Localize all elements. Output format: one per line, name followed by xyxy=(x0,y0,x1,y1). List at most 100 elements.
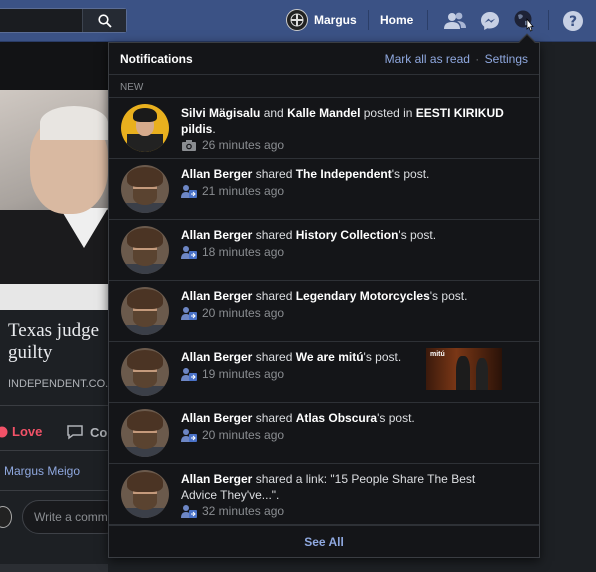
comment-icon xyxy=(67,425,83,440)
comment-input[interactable]: Write a comm xyxy=(22,500,122,534)
actor-name: Allan Berger xyxy=(181,228,253,242)
liker-name[interactable]: Margus Meigo xyxy=(4,464,80,478)
notification-time: 20 minutes ago xyxy=(202,428,285,442)
panel-header: Notifications Mark all as read · Setting… xyxy=(109,43,539,75)
target-name: We are mitú xyxy=(295,350,364,364)
notification-item[interactable]: Allan Berger shared Atlas Obscura's post… xyxy=(109,403,539,464)
notification-meta: 20 minutes ago xyxy=(181,306,284,320)
love-label: Love xyxy=(12,424,43,439)
actor-name: Kalle Mandel xyxy=(287,106,361,120)
notification-meta: 21 minutes ago xyxy=(181,184,284,198)
divider xyxy=(548,10,549,30)
notification-meta: 26 minutes ago xyxy=(181,138,284,152)
help-button[interactable]: ? xyxy=(561,9,585,33)
post-link-source: INDEPENDENT.CO.UK xyxy=(8,378,124,390)
search-button[interactable] xyxy=(82,9,126,32)
avatar xyxy=(121,165,169,213)
share-icon xyxy=(181,185,197,198)
notification-time: 20 minutes ago xyxy=(202,306,285,320)
divider xyxy=(0,405,108,406)
friend-requests-button[interactable] xyxy=(443,9,467,33)
share-icon xyxy=(181,368,197,381)
avatar xyxy=(121,470,169,518)
notification-meta: 19 minutes ago xyxy=(181,367,284,381)
share-icon xyxy=(181,429,197,442)
emblem-icon xyxy=(290,13,304,27)
profile-link[interactable]: Margus xyxy=(286,9,357,31)
post-header xyxy=(0,42,108,90)
messages-button[interactable] xyxy=(478,9,502,33)
camera-icon xyxy=(182,139,196,151)
notification-time: 32 minutes ago xyxy=(202,504,285,518)
notification-item[interactable]: Allan Berger shared We are mitú's post. … xyxy=(109,342,539,403)
actor-name: Allan Berger xyxy=(181,167,253,181)
divider xyxy=(0,490,108,491)
actor-name: Allan Berger xyxy=(181,472,253,486)
notification-item[interactable]: Allan Berger shared History Collection's… xyxy=(109,220,539,281)
notification-time: 26 minutes ago xyxy=(202,138,285,152)
panel-title: Notifications xyxy=(120,52,193,66)
share-icon xyxy=(181,246,197,259)
avatar xyxy=(0,506,12,528)
avatar xyxy=(121,226,169,274)
notification-time: 18 minutes ago xyxy=(202,245,285,259)
post-thumbnail[interactable]: mitú xyxy=(426,348,502,390)
notification-item[interactable]: Silvi Mägisalu and Kalle Mandel posted i… xyxy=(109,98,539,159)
next-post-strip xyxy=(0,564,108,572)
settings-link[interactable]: Settings xyxy=(485,52,528,66)
notification-text: Allan Berger shared History Collection's… xyxy=(181,228,437,242)
post-image[interactable] xyxy=(0,90,108,310)
divider xyxy=(0,450,108,451)
target-name: Legendary Motorcycles xyxy=(295,289,430,303)
share-icon xyxy=(181,505,197,518)
notification-text: Silvi Mägisalu and Kalle Mandel posted i… xyxy=(181,106,504,136)
avatar xyxy=(121,287,169,335)
profile-name: Margus xyxy=(314,13,357,27)
top-bar: Margus Home ? xyxy=(0,0,596,42)
notification-meta: 32 minutes ago xyxy=(181,504,284,518)
notifications-panel: Notifications Mark all as read · Setting… xyxy=(108,33,540,558)
notification-item[interactable]: Allan Berger shared Legendary Motorcycle… xyxy=(109,281,539,342)
globe-icon xyxy=(514,10,534,32)
svg-text:?: ? xyxy=(569,14,577,30)
search-icon xyxy=(97,13,112,28)
mark-all-read-link[interactable]: Mark all as read xyxy=(385,52,470,66)
post-link-title[interactable]: Texas judge guilty xyxy=(8,320,99,364)
comment-button[interactable]: Co xyxy=(66,424,107,440)
notification-text: Allan Berger shared The Independent's po… xyxy=(181,167,430,181)
news-feed-post: Texas judge guilty INDEPENDENT.CO.UK Lov… xyxy=(0,42,124,572)
notification-time: 19 minutes ago xyxy=(202,367,285,381)
target-name: History Collection xyxy=(295,228,399,242)
separator-dot: · xyxy=(475,52,480,66)
actor-name: Allan Berger xyxy=(181,411,253,425)
messenger-icon xyxy=(481,12,499,30)
actor-name: Allan Berger xyxy=(181,350,253,364)
section-label-new: NEW xyxy=(109,75,539,98)
notification-text: Allan Berger shared a link: "15 People S… xyxy=(181,472,476,502)
notification-meta: 18 minutes ago xyxy=(181,245,284,259)
avatar xyxy=(286,9,308,31)
thumbnail-label: mitú xyxy=(430,351,445,358)
actor-name: Silvi Mägisalu xyxy=(181,106,261,120)
notifications-button[interactable] xyxy=(512,9,536,33)
heart-icon xyxy=(0,426,8,437)
divider xyxy=(427,10,428,30)
notification-item[interactable]: Allan Berger shared The Independent's po… xyxy=(109,159,539,220)
target-name: The Independent xyxy=(295,167,392,181)
notification-item[interactable]: Allan Berger shared a link: "15 People S… xyxy=(109,464,539,525)
actor-name: Allan Berger xyxy=(181,289,253,303)
share-icon xyxy=(181,307,197,320)
panel-actions: Mark all as read · Settings xyxy=(385,52,528,66)
love-reaction-button[interactable]: Love xyxy=(0,424,42,439)
notification-time: 21 minutes ago xyxy=(202,184,285,198)
avatar xyxy=(121,104,169,152)
divider xyxy=(368,10,369,30)
right-column xyxy=(540,42,596,572)
friends-icon xyxy=(444,12,466,29)
search-input[interactable] xyxy=(0,8,127,33)
notification-meta: 20 minutes ago xyxy=(181,428,284,442)
comment-label: Co xyxy=(90,424,108,440)
home-link[interactable]: Home xyxy=(380,13,413,27)
avatar xyxy=(121,348,169,396)
see-all-link[interactable]: See All xyxy=(109,525,539,557)
